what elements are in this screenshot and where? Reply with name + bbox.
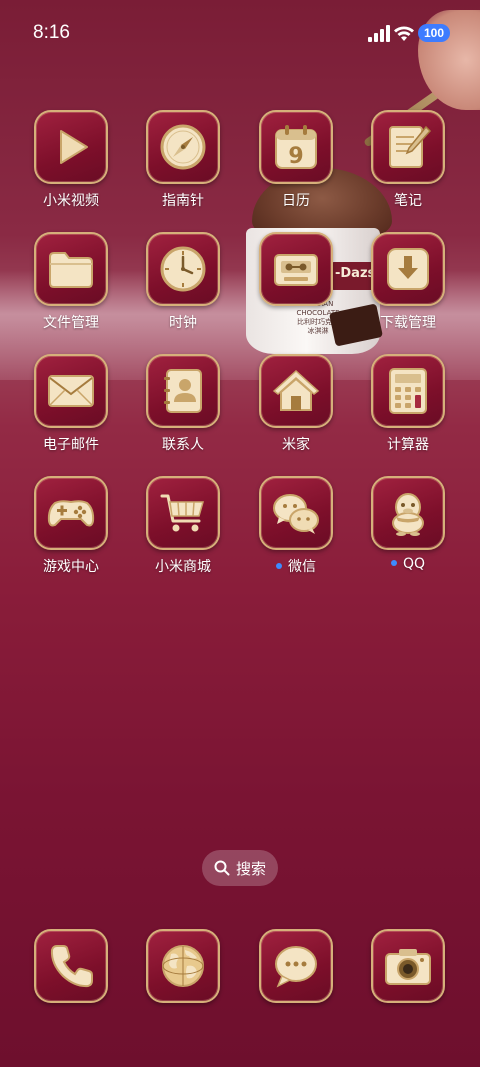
search-icon <box>214 860 230 876</box>
app-label: 联系人 <box>162 437 204 453</box>
app-label: 微信 <box>288 559 316 575</box>
app-wechat[interactable]: 微信 <box>246 476 346 576</box>
message-icon <box>259 929 333 1003</box>
folder-icon <box>34 232 108 306</box>
calendar-icon: 9 <box>259 110 333 184</box>
new-badge-dot <box>276 563 282 569</box>
home-icon <box>259 354 333 428</box>
signal-icon <box>368 25 390 42</box>
calculator-icon <box>371 354 445 428</box>
globe-icon <box>146 929 220 1003</box>
app-label: 游戏中心 <box>43 559 99 575</box>
app-label-wechat: 微信 <box>246 556 346 576</box>
notes-icon <box>371 110 445 184</box>
dock-messages[interactable] <box>246 929 346 1003</box>
app-game-center[interactable]: 游戏中心 <box>21 476 121 576</box>
app-download-manager[interactable]: 下载管理 <box>358 232 458 332</box>
app-label: 指南针 <box>162 193 204 209</box>
app-label: 计算器 <box>387 437 429 453</box>
app-mi-store[interactable]: 小米商城 <box>133 476 233 576</box>
download-icon <box>371 232 445 306</box>
app-calculator[interactable]: 计算器 <box>358 354 458 454</box>
search-button[interactable]: 搜索 <box>202 850 278 886</box>
app-contacts[interactable]: 联系人 <box>133 354 233 454</box>
status-bar: 8:16 100 <box>0 0 480 66</box>
gamepad-icon <box>34 476 108 550</box>
dock-phone[interactable] <box>21 929 121 1003</box>
app-file-manager[interactable]: 文件管理 <box>21 232 121 332</box>
cart-icon <box>146 476 220 550</box>
clock-icon <box>146 232 220 306</box>
app-label: 小米视频 <box>43 193 99 209</box>
app-label: 时钟 <box>169 315 197 331</box>
app-notes[interactable]: 笔记 <box>358 110 458 210</box>
battery-indicator: 100 <box>418 24 450 42</box>
radio-icon <box>259 232 333 306</box>
app-calendar[interactable]: 9 日历 <box>246 110 346 210</box>
new-badge-dot <box>390 560 397 566</box>
calendar-day: 9 <box>288 144 303 169</box>
camera-icon <box>371 929 445 1003</box>
dock-browser[interactable] <box>133 929 233 1003</box>
app-label: 电子邮件 <box>43 437 99 453</box>
app-label: 日历 <box>282 193 310 209</box>
mail-icon <box>34 354 108 428</box>
play-icon <box>34 110 108 184</box>
app-label: 文件管理 <box>43 315 99 331</box>
app-mi-video[interactable]: 小米视频 <box>21 110 121 210</box>
app-label: 笔记 <box>394 193 422 209</box>
dock-camera[interactable] <box>358 929 458 1003</box>
search-label: 搜索 <box>235 859 266 878</box>
app-label: QQ <box>402 556 426 572</box>
app-label: 小米商城 <box>155 559 211 575</box>
app-email[interactable]: 电子邮件 <box>21 354 121 454</box>
app-clock[interactable]: 时钟 <box>133 232 233 332</box>
app-compass[interactable]: 指南针 <box>133 110 233 210</box>
app-qq[interactable]: QQ <box>358 476 458 572</box>
wifi-icon <box>394 26 414 41</box>
contacts-icon <box>146 354 220 428</box>
status-time: 8:16 <box>33 22 70 43</box>
app-radio[interactable] <box>246 232 346 312</box>
compass-icon <box>146 110 220 184</box>
app-label: 下载管理 <box>380 315 436 331</box>
penguin-icon <box>371 476 445 550</box>
phone-icon <box>34 929 108 1003</box>
app-label: 米家 <box>282 437 310 453</box>
app-label-qq: QQ <box>358 556 458 572</box>
wechat-icon <box>259 476 333 550</box>
app-mi-home[interactable]: 米家 <box>246 354 346 454</box>
